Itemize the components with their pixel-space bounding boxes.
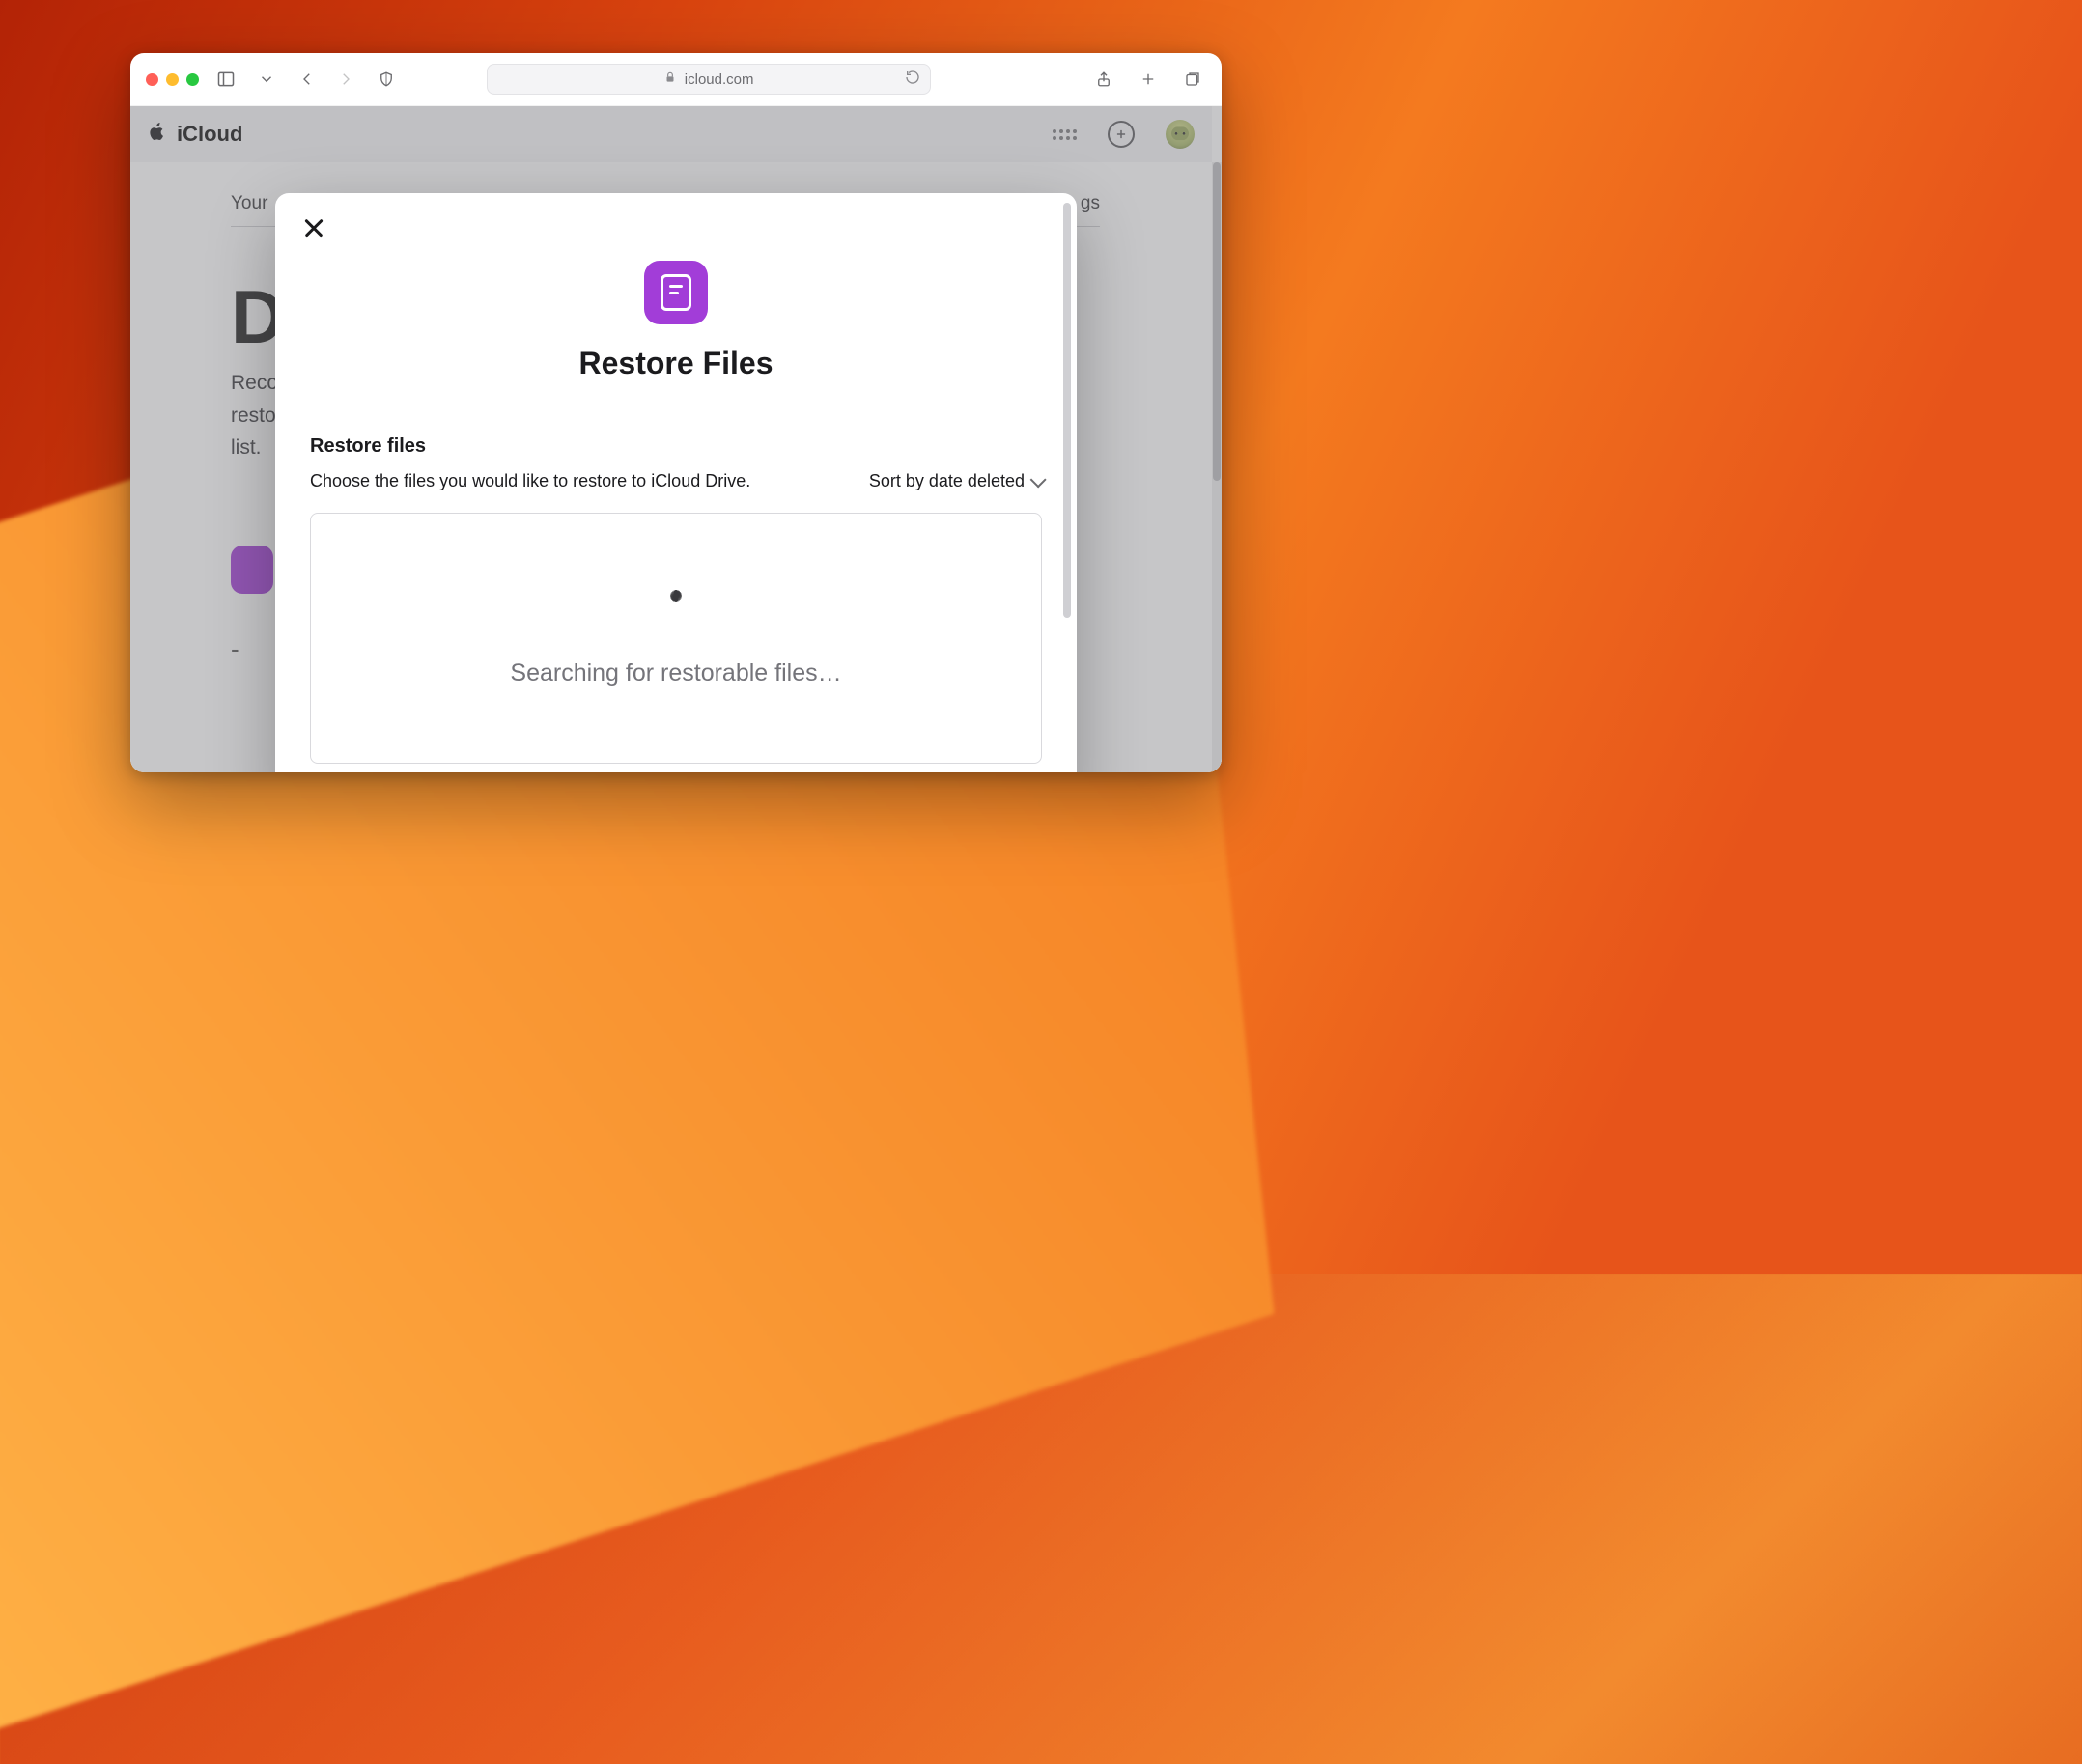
sort-label: Sort by date deleted	[869, 471, 1025, 491]
modal-title: Restore Files	[310, 346, 1042, 381]
window-close-button[interactable]	[146, 73, 158, 86]
share-button[interactable]	[1090, 66, 1117, 93]
loading-spinner-icon	[656, 590, 696, 630]
safari-window: icloud.com iCloud	[130, 53, 1222, 772]
new-tab-button[interactable]	[1135, 66, 1162, 93]
tab-overview-button[interactable]	[1179, 66, 1206, 93]
section-title: Restore files	[310, 435, 1042, 458]
window-minimize-button[interactable]	[166, 73, 179, 86]
restore-files-modal: Restore Files Restore files Choose the f…	[275, 193, 1077, 772]
address-bar[interactable]: icloud.com	[487, 64, 931, 95]
privacy-shield-button[interactable]	[373, 66, 400, 93]
tab-group-menu-button[interactable]	[253, 66, 280, 93]
section-description: Choose the files you would like to resto…	[310, 471, 750, 491]
reload-button[interactable]	[905, 70, 920, 89]
back-button[interactable]	[294, 66, 321, 93]
restore-files-icon	[644, 261, 708, 324]
window-controls	[146, 73, 199, 86]
webpage-viewport: iCloud Your gs D Reco resto list.	[130, 106, 1222, 772]
sidebar-toggle-button[interactable]	[212, 66, 239, 93]
modal-scrollbar[interactable]	[1063, 203, 1071, 618]
loading-status-text: Searching for restorable files…	[510, 659, 841, 687]
address-bar-url: icloud.com	[685, 71, 754, 88]
sort-dropdown[interactable]: Sort by date deleted	[869, 471, 1042, 491]
chevron-down-icon	[1030, 471, 1047, 488]
lock-icon	[663, 70, 677, 88]
close-button[interactable]	[300, 214, 327, 241]
window-zoom-button[interactable]	[186, 73, 199, 86]
restorable-files-panel: Searching for restorable files…	[310, 513, 1042, 764]
forward-button[interactable]	[332, 66, 359, 93]
window-titlebar: icloud.com	[130, 53, 1222, 106]
